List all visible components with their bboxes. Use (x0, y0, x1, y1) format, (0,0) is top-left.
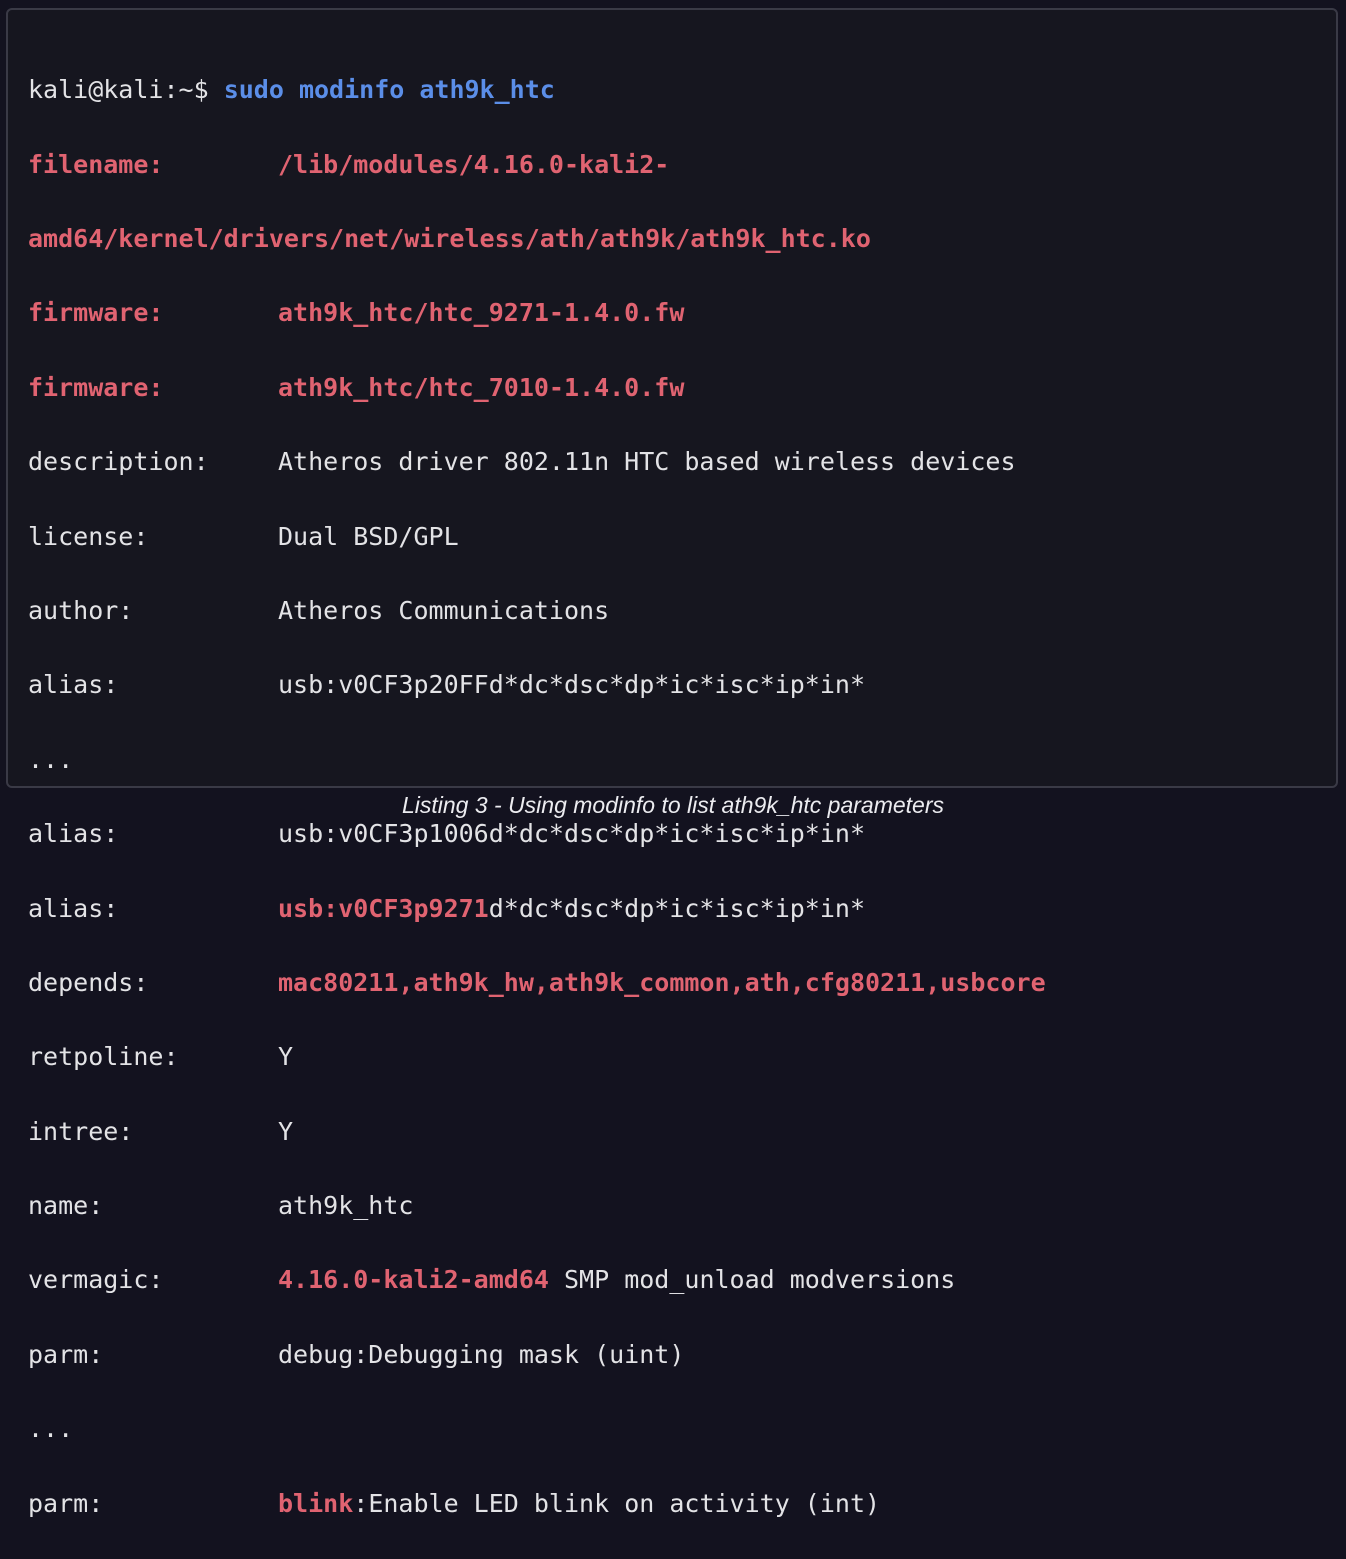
author-key: author: (28, 595, 134, 625)
firmware-key: firmware: (28, 372, 164, 402)
name-value: ath9k_htc (278, 1191, 414, 1221)
author-value: Atheros Communications (278, 595, 610, 625)
depends-value: mac80211,ath9k_hw,ath9k_common,ath,cfg80… (278, 967, 1046, 997)
alias-value: usb:v0CF3p20FFd*dc*dsc*dp*ic*isc*ip*in* (278, 670, 865, 700)
command-line: kali@kali:~$ sudo modinfo ath9k_htc (28, 71, 1336, 108)
parm-key: parm: (28, 1488, 104, 1518)
filename-key: filename: (28, 149, 164, 179)
alias-key: alias: (28, 670, 119, 700)
output-line-filename: filename: /lib/modules/4.16.0-kali2- (28, 146, 1336, 183)
retpoline-value: Y (278, 1042, 294, 1072)
listing-caption: Listing 3 - Using modinfo to list ath9k_… (401, 792, 945, 818)
vermagic-value-highlight: 4.16.0-kali2-amd64 (278, 1265, 549, 1295)
name-key: name: (28, 1191, 104, 1221)
output-line-parm-2: parm: blink:Enable LED blink on activity … (28, 1485, 1336, 1522)
parm-key: parm: (28, 1339, 104, 1369)
firmware-key: firmware: (28, 298, 164, 328)
output-line-retpoline: retpoline: Y (28, 1038, 1336, 1075)
parm-value: debug:Debugging mask (uint) (278, 1339, 685, 1369)
retpoline-key: retpoline: (28, 1042, 179, 1072)
output-line-filename-cont: amd64/kernel/drivers/net/wireless/ath/at… (28, 220, 1336, 257)
output-line-alias-2: alias: usb:v0CF3p1006d*dc*dsc*dp*ic*isc*i… (28, 815, 1336, 852)
output-line-intree: intree: Y (28, 1113, 1336, 1150)
intree-key: intree: (28, 1116, 134, 1146)
filename-value-part2: amd64/kernel/drivers/net/wireless/ath/at… (28, 223, 871, 253)
shell-prompt: kali@kali:~$ (28, 75, 209, 105)
terminal-window: kali@kali:~$ sudo modinfo ath9k_htc file… (6, 8, 1338, 1518)
output-line-ellipsis-1: ... (28, 741, 1336, 778)
output-line-vermagic: vermagic: 4.16.0-kali2-amd64 SMP mod_unlo… (28, 1261, 1336, 1298)
output-line-parm-1: parm: debug:Debugging mask (uint) (28, 1336, 1336, 1373)
output-line-alias-1: alias: usb:v0CF3p20FFd*dc*dsc*dp*ic*isc*i… (28, 666, 1336, 703)
output-line-name: name: ath9k_htc (28, 1187, 1336, 1224)
output-line-license: license: Dual BSD/GPL (28, 518, 1336, 555)
intree-value: Y (278, 1116, 294, 1146)
vermagic-key: vermagic: (28, 1265, 164, 1295)
license-key: license: (28, 521, 149, 551)
firmware-value: ath9k_htc/htc_7010-1.4.0.fw (278, 372, 685, 402)
output-line-firmware-2: firmware: ath9k_htc/htc_7010-1.4.0.fw (28, 369, 1336, 406)
parm-value-highlight: blink (278, 1488, 354, 1518)
ellipsis: ... (28, 1414, 74, 1444)
output-line-description: description: Atheros driver 802.11n HTC b… (28, 443, 1336, 480)
description-value: Atheros driver 802.11n HTC based wireles… (278, 447, 1016, 477)
alias-key: alias: (28, 893, 119, 923)
alias-value-highlight: usb:v0CF3p9271 (278, 893, 489, 923)
alias-key: alias: (28, 819, 119, 849)
output-line-alias-3: alias: usb:v0CF3p9271d*dc*dsc*dp*ic*isc*i… (28, 890, 1336, 927)
parm-value-rest: :Enable LED blink on activity (int) (353, 1488, 881, 1518)
firmware-value: ath9k_htc/htc_9271-1.4.0.fw (278, 298, 685, 328)
description-key: description: (28, 447, 209, 477)
ellipsis: ... (28, 744, 74, 774)
output-line-depends: depends: mac80211,ath9k_hw,ath9k_common,a… (28, 964, 1336, 1001)
depends-key: depends: (28, 967, 149, 997)
output-line-ellipsis-2: ... (28, 1410, 1336, 1447)
output-line-author: author: Atheros Communications (28, 592, 1336, 629)
output-line-firmware-1: firmware: ath9k_htc/htc_9271-1.4.0.fw (28, 294, 1336, 331)
command-text: sudo modinfo ath9k_htc (223, 75, 555, 105)
license-value: Dual BSD/GPL (278, 521, 459, 551)
filename-value-part1: /lib/modules/4.16.0-kali2- (278, 149, 670, 179)
vermagic-value-rest: SMP mod_unload modversions (548, 1265, 956, 1295)
alias-value-rest: d*dc*dsc*dp*ic*isc*ip*in* (488, 893, 866, 923)
alias-value: usb:v0CF3p1006d*dc*dsc*dp*ic*isc*ip*in* (278, 819, 865, 849)
